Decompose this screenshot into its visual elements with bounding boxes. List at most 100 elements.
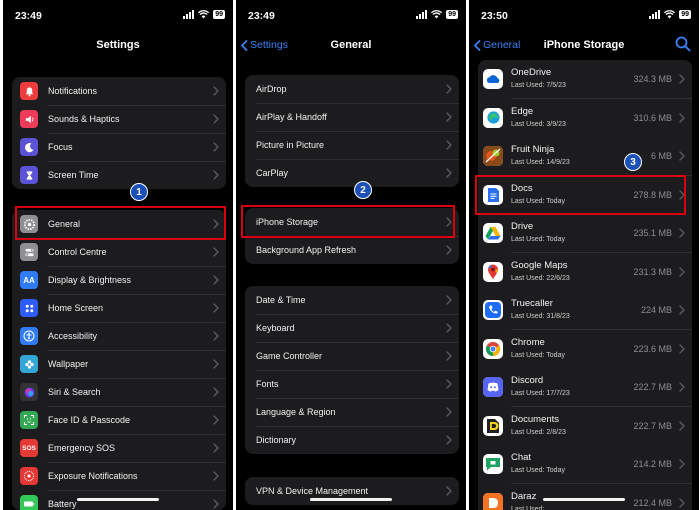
chevron-right-icon xyxy=(679,112,685,123)
general-row-keyboard[interactable]: Keyboard xyxy=(245,314,459,342)
docs-highlight xyxy=(475,175,686,215)
app-row-daraz[interactable]: Daraz Last Used: 212.4 MB xyxy=(478,483,692,510)
settings-row-display-brightness[interactable]: AA Display & Brightness xyxy=(12,266,226,294)
chevron-right-icon xyxy=(679,305,685,315)
general-row-airdrop[interactable]: AirDrop xyxy=(245,75,459,103)
chevron-right-icon xyxy=(446,379,452,389)
row-label: Fonts xyxy=(256,379,279,389)
row-label: Focus xyxy=(48,142,73,152)
chevron-right-icon xyxy=(213,499,219,509)
app-name: Documents xyxy=(511,413,560,425)
app-row-chat[interactable]: Chat Last Used: Today 214.2 MB xyxy=(478,445,692,484)
app-row-documents[interactable]: Documents Last Used: 2/8/23 222.7 MB xyxy=(478,406,692,446)
general-row-background-app-refresh[interactable]: Background App Refresh xyxy=(245,236,459,264)
app-size: 324.3 MB xyxy=(633,74,672,84)
chevron-right-icon xyxy=(679,266,685,277)
row-label: Keyboard xyxy=(256,323,295,333)
general-row-date-time[interactable]: Date & Time xyxy=(245,286,459,314)
chevron-right-icon xyxy=(679,151,685,161)
step-badge-1: 1 xyxy=(130,183,148,201)
app-row-chrome[interactable]: Chrome Last Used: Today 223.6 MB xyxy=(478,329,692,369)
settings-row-accessibility[interactable]: Accessibility xyxy=(12,322,226,350)
row-label: Screen Time xyxy=(48,170,99,180)
app-row-truecaller[interactable]: Truecaller Last Used: 31/8/23 224 MB xyxy=(478,291,692,330)
app-row-onedrive[interactable]: OneDrive Last Used: 7/5/23 324.3 MB xyxy=(478,60,692,99)
wifi-icon xyxy=(431,10,443,19)
app-row-google-maps[interactable]: Google Maps Last Used: 22/6/23 231.3 MB xyxy=(478,252,692,292)
settings-row-notifications[interactable]: Notifications xyxy=(12,77,226,105)
app-last-used: Last Used: 17/7/23 xyxy=(511,390,570,397)
general-row-game-controller[interactable]: Game Controller xyxy=(245,342,459,370)
settings-row-screen-time[interactable]: Screen Time xyxy=(12,161,226,189)
chevron-right-icon xyxy=(679,382,685,392)
chevron-right-icon xyxy=(446,168,452,178)
discord-icon xyxy=(483,377,503,397)
signal-icon xyxy=(183,10,195,19)
status-bar: 23:49 99 xyxy=(3,0,233,30)
status-time: 23:49 xyxy=(248,10,275,22)
general-row-picture-in-picture[interactable]: Picture in Picture xyxy=(245,131,459,159)
app-last-used: Last Used: 14/9/23 xyxy=(511,159,570,166)
settings-row-control-centre[interactable]: Control Centre xyxy=(12,238,226,266)
general-group-1: AirDrop AirPlay & Handoff Picture in Pictu… xyxy=(245,75,459,187)
toggles-icon xyxy=(20,243,38,261)
settings-row-exposure-notifications[interactable]: Exposure Notifications xyxy=(12,462,226,490)
wifi-icon xyxy=(198,10,210,19)
page-title: iPhone Storage xyxy=(543,39,625,51)
settings-row-siri-search[interactable]: Siri & Search xyxy=(12,378,226,406)
row-label: Notifications xyxy=(48,86,98,96)
settings-row-home-screen[interactable]: Home Screen xyxy=(12,294,226,322)
app-last-used: Last Used: 3/9/23 xyxy=(511,120,566,128)
chevron-right-icon xyxy=(213,331,219,341)
settings-row-focus[interactable]: Focus xyxy=(12,133,226,161)
app-name: Truecaller xyxy=(511,298,553,309)
home-indicator xyxy=(77,498,159,501)
general-row-airplay-handoff[interactable]: AirPlay & Handoff xyxy=(245,103,459,131)
row-label: Exposure Notifications xyxy=(48,471,138,481)
wifi-icon xyxy=(664,10,676,19)
page-title: Settings xyxy=(96,39,140,51)
chevron-right-icon xyxy=(446,323,452,333)
settings-row-wallpaper[interactable]: Wallpaper xyxy=(12,350,226,378)
chevron-right-icon xyxy=(213,86,219,96)
general-row-language-region[interactable]: Language & Region xyxy=(245,398,459,426)
chevron-right-icon xyxy=(446,486,452,496)
row-label: Background App Refresh xyxy=(256,245,357,255)
app-name: OneDrive xyxy=(511,67,552,78)
app-last-used: Last Used: 7/5/23 xyxy=(511,82,566,89)
app-row-discord[interactable]: Discord Last Used: 17/7/23 222.7 MB xyxy=(478,368,692,407)
chevron-right-icon xyxy=(213,471,219,481)
app-last-used: Last Used: Today xyxy=(511,467,565,474)
settings-row-emergency-sos[interactable]: SOS Emergency SOS xyxy=(12,434,226,462)
home-indicator xyxy=(543,498,625,501)
app-row-drive[interactable]: Drive Last Used: Today 235.1 MB xyxy=(478,214,692,253)
general-row-dictionary[interactable]: Dictionary xyxy=(245,426,459,454)
chevron-right-icon xyxy=(213,247,219,257)
status-bar: 23:50 99 xyxy=(469,0,699,30)
battery-indicator: 99 xyxy=(446,10,458,19)
row-label: Face ID & Passcode xyxy=(48,415,131,425)
settings-row-sounds-haptics[interactable]: Sounds & Haptics xyxy=(12,105,226,133)
chevron-right-icon xyxy=(213,142,219,152)
row-label: Siri & Search xyxy=(48,387,101,397)
chevron-right-icon xyxy=(446,140,452,150)
chevron-right-icon xyxy=(213,275,219,285)
chevron-right-icon xyxy=(446,112,452,122)
exposure-icon xyxy=(20,467,38,485)
app-size: 212.4 MB xyxy=(633,497,672,508)
grid-icon xyxy=(20,299,38,317)
row-label: Control Centre xyxy=(48,247,107,257)
chevron-right-icon xyxy=(213,387,219,397)
general-row-carplay[interactable]: CarPlay xyxy=(245,159,459,187)
app-row-fruit-ninja[interactable]: Fruit Ninja Last Used: 14/9/23 6 MB xyxy=(478,137,692,176)
app-size: 310.6 MB xyxy=(633,112,672,123)
row-label: Sounds & Haptics xyxy=(48,114,120,124)
app-row-edge[interactable]: Edge Last Used: 3/9/23 310.6 MB xyxy=(478,98,692,138)
search-icon[interactable] xyxy=(675,36,691,52)
app-last-used: Last Used: xyxy=(511,505,545,510)
sos-icon: SOS xyxy=(20,439,38,457)
general-row-fonts[interactable]: Fonts xyxy=(245,370,459,398)
app-name: Edge xyxy=(511,105,534,117)
settings-row-face-id-passcode[interactable]: Face ID & Passcode xyxy=(12,406,226,434)
row-label: VPN & Device Management xyxy=(256,486,369,496)
